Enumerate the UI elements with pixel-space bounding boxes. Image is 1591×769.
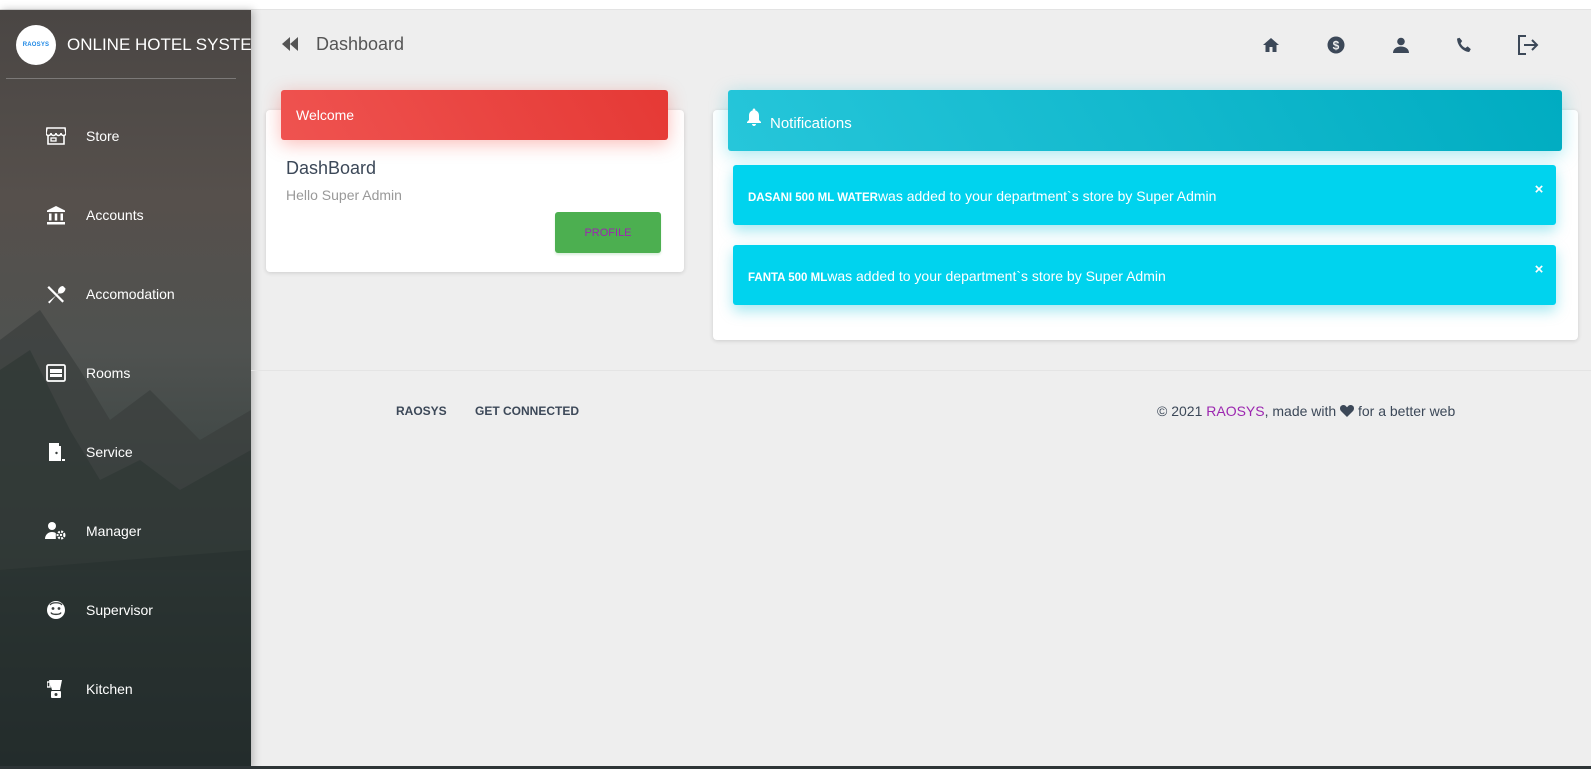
page-title: Dashboard: [316, 34, 405, 54]
sidebar-item-label: Service: [86, 444, 133, 460]
copyright-text: © 2021 RAOSYS, made with for a better we…: [1157, 403, 1455, 419]
svg-text:$: $: [1333, 39, 1340, 53]
brand-title[interactable]: ONLINE HOTEL SYSTEM: [67, 35, 251, 55]
sidebar-item-store[interactable]: Store: [0, 112, 251, 160]
notification-text: was added to your department`s store by …: [877, 188, 1217, 204]
face-icon: [45, 599, 67, 621]
sidebar-item-accomodation[interactable]: Accomodation: [0, 270, 251, 318]
phone-icon[interactable]: [1453, 34, 1475, 56]
close-icon[interactable]: ×: [1532, 182, 1546, 198]
collapse-sidebar-icon[interactable]: [281, 36, 301, 52]
sidebar-item-rooms[interactable]: Rooms: [0, 349, 251, 397]
dollar-icon[interactable]: $: [1325, 34, 1347, 56]
notification-alert: DASANI 500 ML WATERwas added to your dep…: [733, 165, 1556, 225]
user-icon[interactable]: [1390, 34, 1412, 56]
sidebar: RAOSYS ONLINE HOTEL SYSTEM Store Account…: [0, 10, 251, 769]
close-icon[interactable]: ×: [1532, 262, 1546, 278]
home-icon[interactable]: [1260, 34, 1282, 56]
notification-message: DASANI 500 ML WATERwas added to your dep…: [748, 188, 1216, 204]
footer-divider: [251, 370, 1591, 371]
user-cog-icon: [45, 520, 67, 542]
logout-icon[interactable]: [1517, 34, 1539, 56]
bed-icon: [45, 362, 67, 384]
brand-logo-text: RAOSYS: [22, 42, 50, 48]
sidebar-item-supervisor[interactable]: Supervisor: [0, 586, 251, 634]
sidebar-item-label: Rooms: [86, 365, 131, 381]
greeting-text: Hello Super Admin: [286, 187, 402, 203]
sidebar-item-accounts[interactable]: Accounts: [0, 191, 251, 239]
door-icon: [45, 441, 67, 463]
brand: RAOSYS ONLINE HOTEL SYSTEM: [0, 10, 251, 80]
notification-item-name: FANTA 500 ML: [748, 272, 828, 284]
welcome-card-header: Welcome: [281, 90, 668, 140]
notifications-header: Notifications: [728, 90, 1562, 151]
heart-icon: [1340, 405, 1355, 417]
profile-button[interactable]: PROFILE: [555, 212, 661, 253]
store-icon: [45, 125, 67, 147]
copyright-mid: , made with: [1264, 403, 1341, 419]
top-edge: [0, 0, 1591, 10]
sidebar-item-manager[interactable]: Manager: [0, 507, 251, 555]
dashboard-title: DashBoard: [286, 158, 377, 178]
sidebar-item-label: Accomodation: [86, 286, 175, 302]
notification-message: FANTA 500 MLwas added to your department…: [748, 268, 1166, 284]
sidebar-item-service[interactable]: Service: [0, 428, 251, 476]
bell-icon: [747, 108, 761, 126]
sidebar-item-label: Kitchen: [86, 681, 133, 697]
bank-icon: [45, 204, 67, 226]
footer-link-raosys[interactable]: RAOSYS: [396, 404, 447, 418]
sidebar-item-label: Accounts: [86, 207, 144, 223]
notifications-title: Notifications: [770, 115, 852, 132]
sidebar-item-kitchen[interactable]: Kitchen: [0, 665, 251, 713]
brand-logo[interactable]: RAOSYS: [16, 25, 56, 65]
sidebar-item-label: Supervisor: [86, 602, 153, 618]
utensils-icon: [45, 283, 67, 305]
copyright-suffix: for a better web: [1354, 403, 1456, 419]
footer-link-get-connected[interactable]: GET CONNECTED: [475, 404, 579, 418]
notification-text: was added to your department`s store by …: [827, 268, 1166, 284]
brand-divider: [6, 78, 236, 79]
blender-icon: [45, 678, 67, 700]
sidebar-item-label: Store: [86, 128, 120, 144]
copyright-brand-link[interactable]: RAOSYS: [1206, 403, 1264, 419]
copyright-prefix: © 2021: [1157, 403, 1207, 419]
sidebar-item-label: Manager: [86, 523, 142, 539]
notification-alert: FANTA 500 MLwas added to your department…: [733, 245, 1556, 305]
notification-item-name: DASANI 500 ML WATER: [748, 192, 878, 204]
